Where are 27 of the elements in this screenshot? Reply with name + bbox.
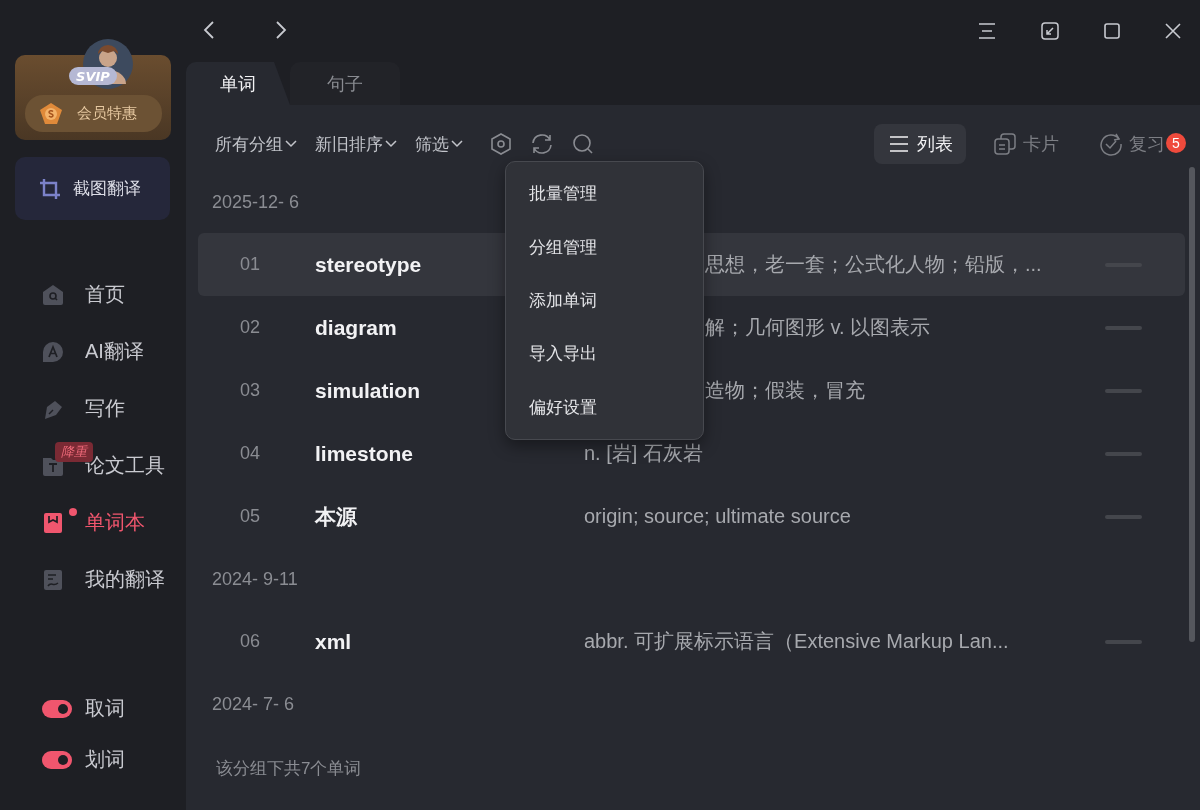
word-text: stereotype — [315, 252, 422, 276]
word-text: limestone — [315, 441, 414, 465]
row-number: 03 — [240, 380, 261, 400]
row-number: 02 — [240, 317, 261, 337]
row-number: 01 — [240, 254, 261, 274]
word-count-text: 该分组下共7个单词 — [215, 758, 363, 780]
date-header: 2024- 9-11 — [212, 567, 298, 591]
word-meaning: 解；几何图形 v. 以图表示 — [705, 315, 931, 340]
row-number: 05 — [240, 506, 261, 526]
word-meaning: 思想，老一套；公式化人物；铅版，... — [705, 252, 1042, 277]
word-meaning: n. [岩] 石灰岩 — [584, 441, 703, 466]
date-header: 2024- 7- 6 — [212, 692, 295, 716]
word-text: 本源 — [315, 504, 357, 528]
word-meaning: 造物；假装，冒充 — [705, 378, 865, 403]
toggle-label: 取词 — [85, 696, 125, 721]
word-text: xml — [315, 629, 352, 653]
word-text: diagram — [315, 315, 397, 339]
feature-badge: 降重 — [55, 442, 93, 462]
membership-badge: SVIP — [69, 67, 117, 85]
toggle-label: 划词 — [85, 747, 125, 772]
date-header: 2025-12- 6 — [212, 190, 300, 214]
count-badge: 5 — [1166, 133, 1186, 153]
row-number: 06 — [240, 631, 261, 651]
row-number: 04 — [240, 443, 261, 463]
word-meaning: origin; source; ultimate source — [584, 505, 851, 528]
word-text: simulation — [315, 378, 420, 402]
word-meaning: abbr. 可扩展标示语言（Extensive Markup Lan... — [584, 629, 1009, 654]
